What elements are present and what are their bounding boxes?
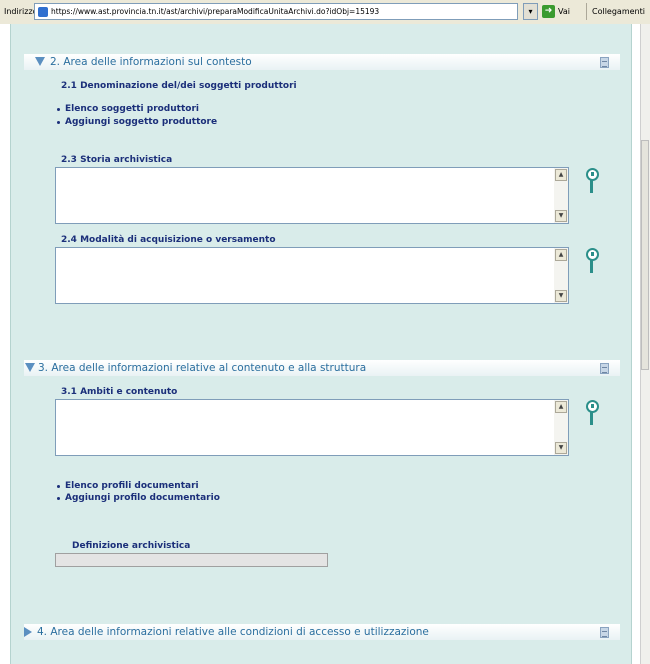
link-aggiungi-profilo-documentario[interactable]: Aggiungi profilo documentario: [65, 493, 220, 503]
scroll-up-icon[interactable]: ▲: [555, 169, 567, 181]
address-input[interactable]: https://www.ast.provincia.tn.it/ast/arch…: [34, 3, 518, 20]
modalita-acquisizione-textarea[interactable]: ▲ ▼: [55, 247, 569, 304]
document-icon[interactable]: [600, 57, 609, 68]
page-scrollbar-thumb[interactable]: [641, 140, 649, 370]
scroll-up-icon[interactable]: ▲: [555, 401, 567, 413]
field-2-3-label: 2.3 Storia archivistica: [61, 155, 173, 165]
textarea-scrollbar[interactable]: ▲ ▼: [554, 400, 568, 455]
link-elenco-profili-documentari[interactable]: Elenco profili documentari: [65, 481, 199, 491]
section-3-title[interactable]: 3. Area delle informazioni relative al c…: [38, 362, 366, 374]
arrow-down-icon[interactable]: [35, 57, 45, 66]
address-dropdown-button[interactable]: ▾: [523, 3, 538, 20]
bullet: [57, 485, 60, 488]
storia-archivistica-textarea[interactable]: ▲ ▼: [55, 167, 569, 224]
document-icon[interactable]: [600, 627, 609, 638]
bullet: [57, 497, 60, 500]
textarea-scrollbar[interactable]: ▲ ▼: [554, 168, 568, 223]
go-button[interactable]: Vai: [558, 7, 570, 16]
definizione-archivistica-label: Definizione archivistica: [72, 541, 191, 551]
arrow-right-icon[interactable]: [24, 627, 32, 637]
links-button[interactable]: Collegamenti: [592, 7, 645, 16]
subsection-2-1-label: 2.1 Denominazione del/dei soggetti produ…: [61, 81, 297, 91]
scroll-down-icon[interactable]: ▼: [555, 442, 567, 454]
scroll-down-icon[interactable]: ▼: [555, 210, 567, 222]
scroll-down-icon[interactable]: ▼: [555, 290, 567, 302]
help-pin-icon[interactable]: [584, 168, 599, 194]
link-aggiungi-soggetto-produttore[interactable]: Aggiungi soggetto produttore: [65, 117, 217, 127]
document-icon[interactable]: [600, 363, 609, 374]
toolbar-separator: [586, 3, 587, 20]
address-label: Indirizzo: [4, 7, 38, 16]
bullet: [57, 121, 60, 124]
link-elenco-soggetti-produttori[interactable]: Elenco soggetti produttori: [65, 104, 199, 114]
bullet: [57, 108, 60, 111]
section-4-title[interactable]: 4. Area delle informazioni relative alle…: [37, 626, 429, 638]
help-pin-icon[interactable]: [584, 248, 599, 274]
help-pin-icon[interactable]: [584, 400, 599, 426]
address-url: https://www.ast.provincia.tn.it/ast/arch…: [51, 7, 380, 16]
definizione-archivistica-field: [55, 553, 328, 567]
scroll-up-icon[interactable]: ▲: [555, 249, 567, 261]
textarea-scrollbar[interactable]: ▲ ▼: [554, 248, 568, 303]
go-arrow-icon[interactable]: ➜: [542, 5, 555, 18]
ambiti-contenuto-textarea[interactable]: ▲ ▼: [55, 399, 569, 456]
page-icon: [38, 7, 48, 17]
section-2-title[interactable]: 2. Area delle informazioni sul contesto: [50, 56, 252, 68]
field-2-4-label: 2.4 Modalità di acquisizione o versament…: [61, 235, 276, 245]
arrow-down-icon[interactable]: [25, 363, 35, 372]
field-3-1-label: 3.1 Ambiti e contenuto: [61, 387, 178, 397]
